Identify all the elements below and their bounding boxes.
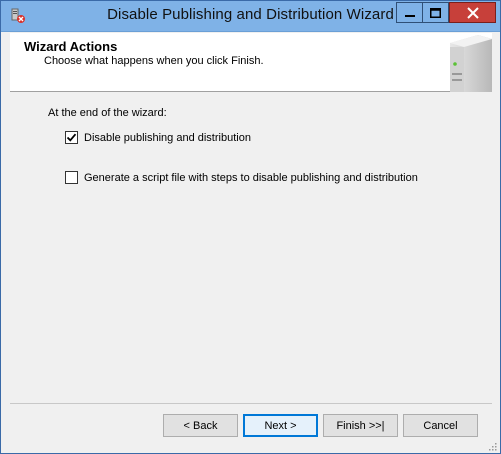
finish-button[interactable]: Finish >>| — [323, 414, 398, 437]
disable-publishing-label: Disable publishing and distribution — [84, 131, 251, 144]
wizard-window: Disable Publishing and Distribution Wiza… — [0, 0, 501, 454]
checkmark-icon — [66, 133, 77, 142]
option-disable-publishing[interactable]: Disable publishing and distribution — [65, 131, 251, 144]
wizard-header: Wizard Actions Choose what happens when … — [10, 33, 492, 92]
page-subtitle: Choose what happens when you click Finis… — [44, 55, 264, 67]
cancel-button[interactable]: Cancel — [403, 414, 478, 437]
option-generate-script[interactable]: Generate a script file with steps to dis… — [65, 171, 418, 184]
page-title: Wizard Actions — [24, 39, 118, 54]
disable-publishing-checkbox[interactable] — [65, 131, 78, 144]
minimize-icon — [404, 8, 415, 18]
options-heading: At the end of the wizard: — [48, 107, 167, 119]
generate-script-checkbox[interactable] — [65, 171, 78, 184]
close-icon — [466, 6, 479, 19]
title-bar[interactable]: Disable Publishing and Distribution Wiza… — [1, 1, 500, 32]
resize-grip-icon[interactable] — [487, 440, 497, 451]
maximize-button[interactable] — [422, 2, 449, 23]
back-button[interactable]: < Back — [163, 414, 238, 437]
server-icon — [442, 33, 492, 92]
close-button[interactable] — [449, 2, 496, 23]
footer-separator — [10, 403, 492, 404]
generate-script-label: Generate a script file with steps to dis… — [84, 171, 418, 184]
next-button[interactable]: Next > — [243, 414, 318, 437]
minimize-button[interactable] — [396, 2, 422, 23]
maximize-icon — [430, 7, 441, 18]
